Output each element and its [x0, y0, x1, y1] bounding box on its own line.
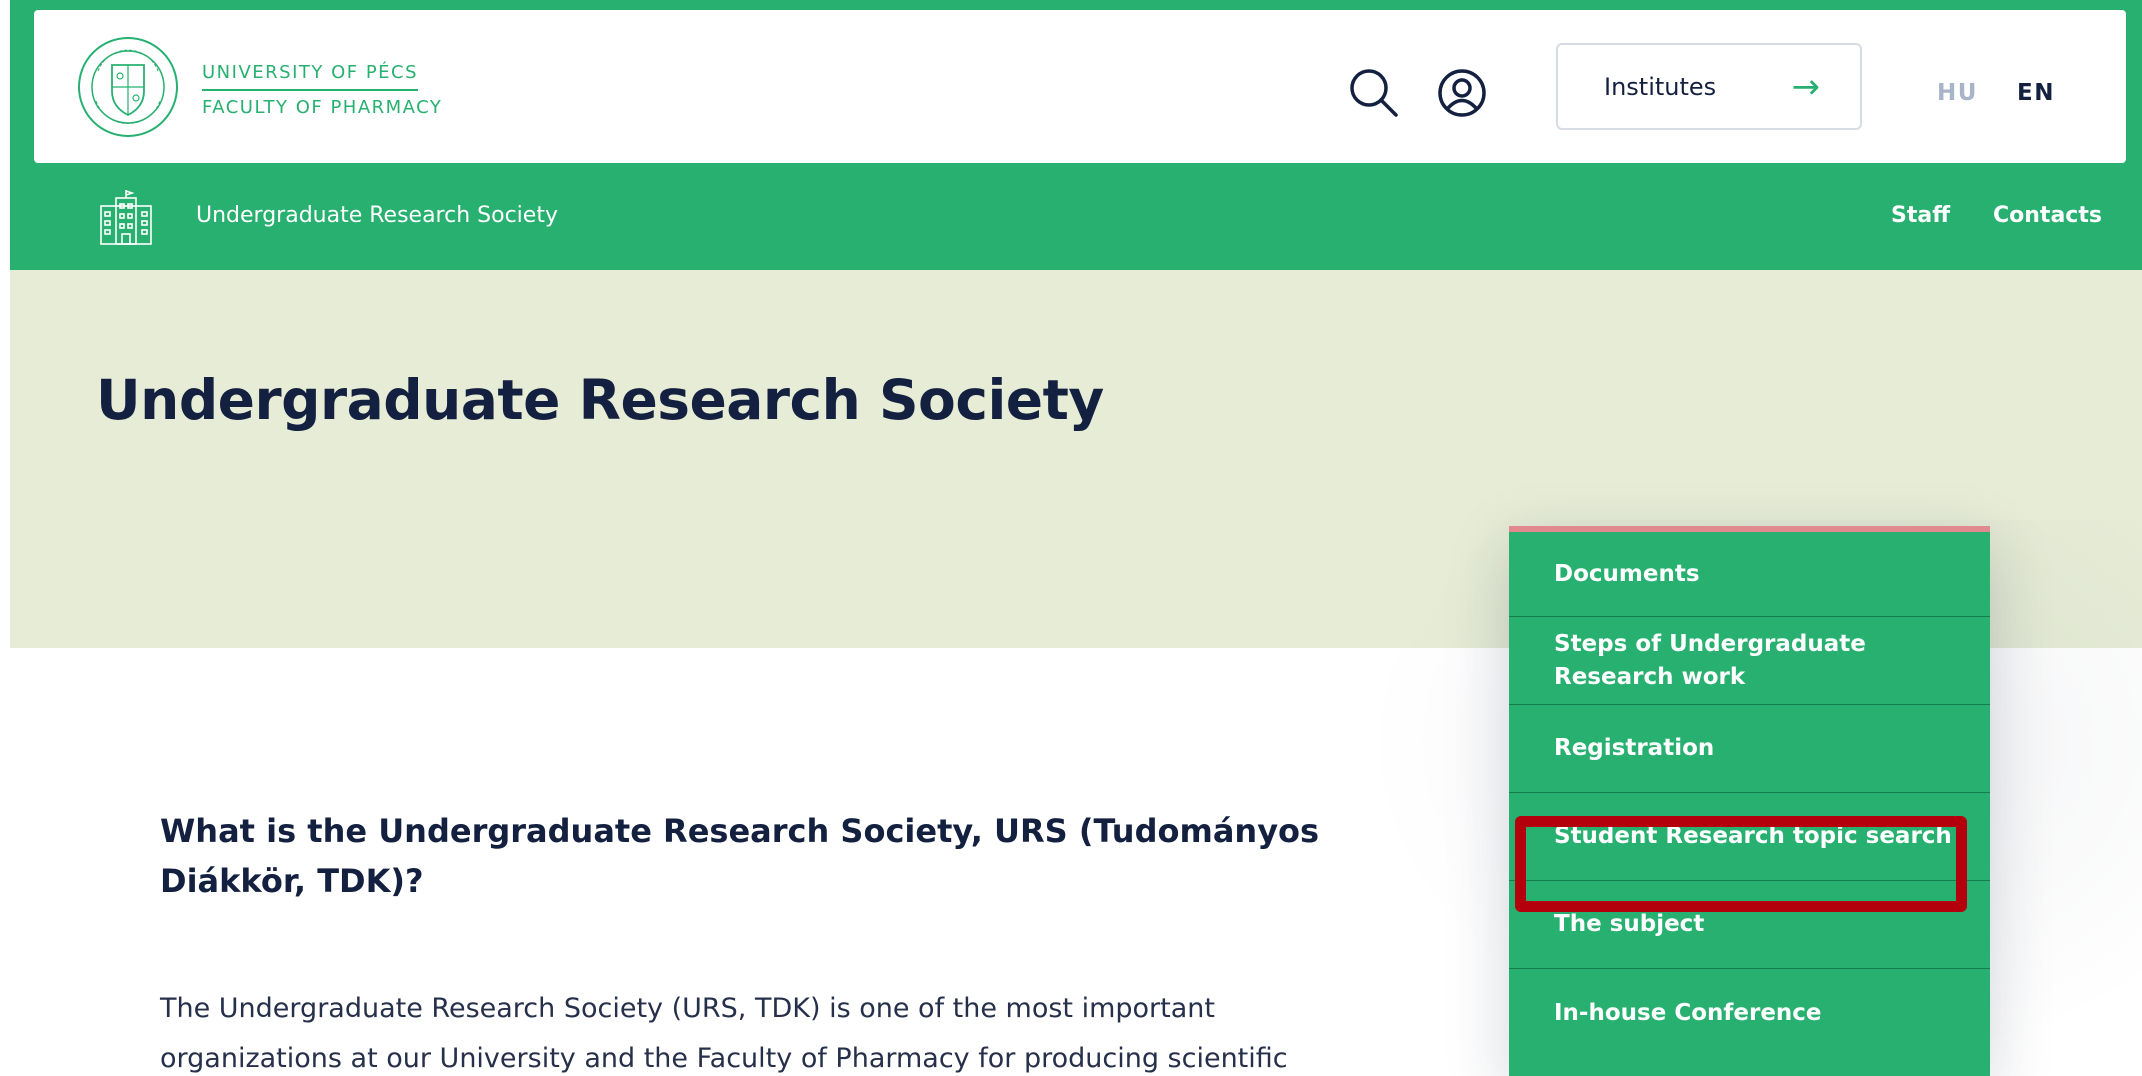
nav-link-staff[interactable]: Staff [1891, 203, 1950, 228]
sidebar-item-label: The subject [1554, 911, 1705, 937]
user-icon[interactable] [1434, 65, 1490, 121]
faculty-wordmark[interactable]: UNIVERSITY OF PÉCS FACULTY OF PHARMACY [202, 62, 442, 118]
sidebar-item-label: Registration [1554, 735, 1715, 761]
building-icon [96, 190, 156, 246]
logo-university-line: UNIVERSITY OF PÉCS [202, 62, 419, 91]
sidebar-item-label: Student Research topic search [1554, 823, 1952, 849]
sidebar-item-label: In-house Conference [1554, 999, 1822, 1026]
sidebar-item-topic-search[interactable]: Student Research topic search [1509, 793, 1990, 881]
logo-faculty-line: FACULTY OF PHARMACY [202, 97, 443, 118]
sidebar-item-label: Steps of Undergraduate Research work [1554, 630, 1866, 690]
sidebar-item-registration[interactable]: Registration [1509, 705, 1990, 793]
arrow-right-icon: → [1791, 66, 1821, 107]
institutes-label: Institutes [1604, 72, 1717, 101]
institutes-button[interactable]: Institutes → [1556, 43, 1862, 130]
sidebar-item-documents[interactable]: Documents [1509, 532, 1990, 617]
search-icon[interactable] [1346, 65, 1402, 121]
university-seal-icon[interactable] [76, 35, 180, 139]
sidebar-item-steps[interactable]: Steps of Undergraduate Research work [1509, 617, 1990, 705]
sidebar-item-in-house-conference[interactable]: In-house Conference [1509, 969, 1990, 1057]
language-en-link[interactable]: EN [2017, 80, 2055, 106]
nav-link-contacts[interactable]: Contacts [1993, 203, 2102, 228]
navbar-site-title[interactable]: Undergraduate Research Society [196, 203, 558, 228]
site-header: UNIVERSITY OF PÉCS FACULTY OF PHARMACY I… [34, 10, 2126, 163]
section-paragraph: The Undergraduate Research Society (URS,… [160, 993, 1288, 1074]
section-heading: What is the Undergraduate Research Socie… [160, 812, 1320, 900]
sidebar-menu: Documents Steps of Undergraduate Researc… [1509, 526, 1990, 1076]
page-title: Undergraduate Research Society [96, 368, 1104, 432]
sidebar-item-subject[interactable]: The subject [1509, 881, 1990, 969]
sidebar-item-label: Documents [1554, 560, 1700, 587]
language-hu-link[interactable]: HU [1937, 80, 1978, 106]
